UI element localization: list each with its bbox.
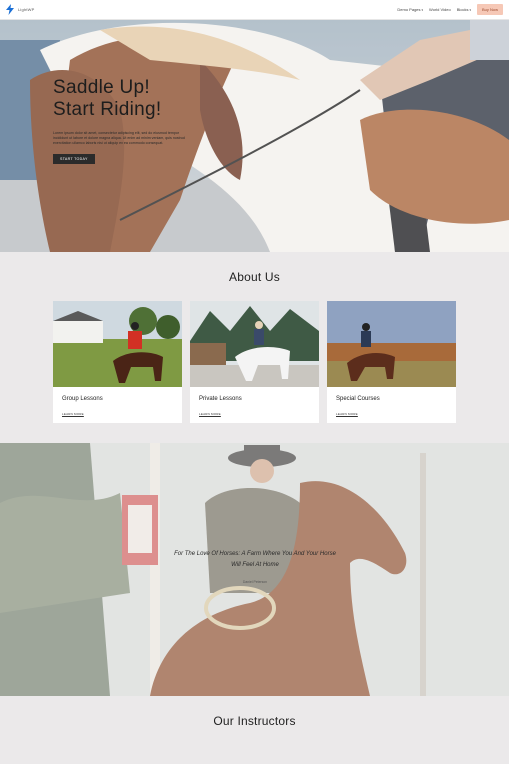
caret-down-icon: ▾ xyxy=(469,7,471,12)
menu-item-blocks[interactable]: Blocks ▾ xyxy=(457,7,471,12)
card-private-lessons[interactable]: Private Lessons LEARN MORE xyxy=(190,301,319,423)
card-group-lessons[interactable]: Group Lessons LEARN MORE xyxy=(53,301,182,423)
logo[interactable]: LightWP xyxy=(6,4,35,15)
learn-more-link[interactable]: LEARN MORE xyxy=(336,412,358,416)
instructors-section: Our Instructors xyxy=(0,696,509,764)
hero-title: Saddle Up! Start Riding! xyxy=(53,77,162,120)
quote-author: Daniel Peterson xyxy=(242,580,268,584)
quote-section: For The Love Of Horses: A Farm Where You… xyxy=(0,443,509,696)
instructors-title: Our Instructors xyxy=(213,714,296,728)
buy-now-button[interactable]: Buy Now xyxy=(476,4,503,15)
hero-section: Saddle Up! Start Riding! Lorem ipsum dol… xyxy=(0,20,509,252)
hero-content: Saddle Up! Start Riding! Lorem ipsum dol… xyxy=(53,77,213,165)
bolt-logo-icon xyxy=(6,4,14,15)
learn-more-link[interactable]: LEARN MORE xyxy=(199,412,221,416)
hero-description: Lorem ipsum dolor sit amet, consectetur … xyxy=(53,131,185,145)
menu-item-world-video[interactable]: World Video xyxy=(429,7,451,12)
special-courses-photo xyxy=(327,301,456,387)
card-special-courses[interactable]: Special Courses LEARN MORE xyxy=(327,301,456,423)
about-title: About Us xyxy=(229,270,280,284)
main-menu: Demo Pages ▾ World Video Blocks ▾ Buy Now xyxy=(397,4,503,15)
caret-down-icon: ▾ xyxy=(421,7,424,12)
learn-more-link[interactable]: LEARN MORE xyxy=(62,412,84,416)
start-today-button[interactable]: START TODAY xyxy=(53,154,95,164)
private-lessons-photo xyxy=(190,301,319,387)
card-title: Private Lessons xyxy=(199,396,242,402)
group-lessons-photo xyxy=(53,301,182,387)
card-title: Special Courses xyxy=(336,396,380,402)
card-title: Group Lessons xyxy=(62,396,103,402)
logo-text: LightWP xyxy=(18,7,35,12)
menu-item-demo-pages[interactable]: Demo Pages ▾ xyxy=(397,7,423,12)
lesson-cards: Group Lessons LEARN MORE Private Lessons… xyxy=(53,301,456,423)
top-navbar: LightWP Demo Pages ▾ World Video Blocks ▾ … xyxy=(0,0,509,20)
quote-text: For The Love Of Horses: A Farm Where You… xyxy=(174,551,336,568)
about-section: About Us Group Lessons LEARN MORE Privat… xyxy=(0,252,509,443)
